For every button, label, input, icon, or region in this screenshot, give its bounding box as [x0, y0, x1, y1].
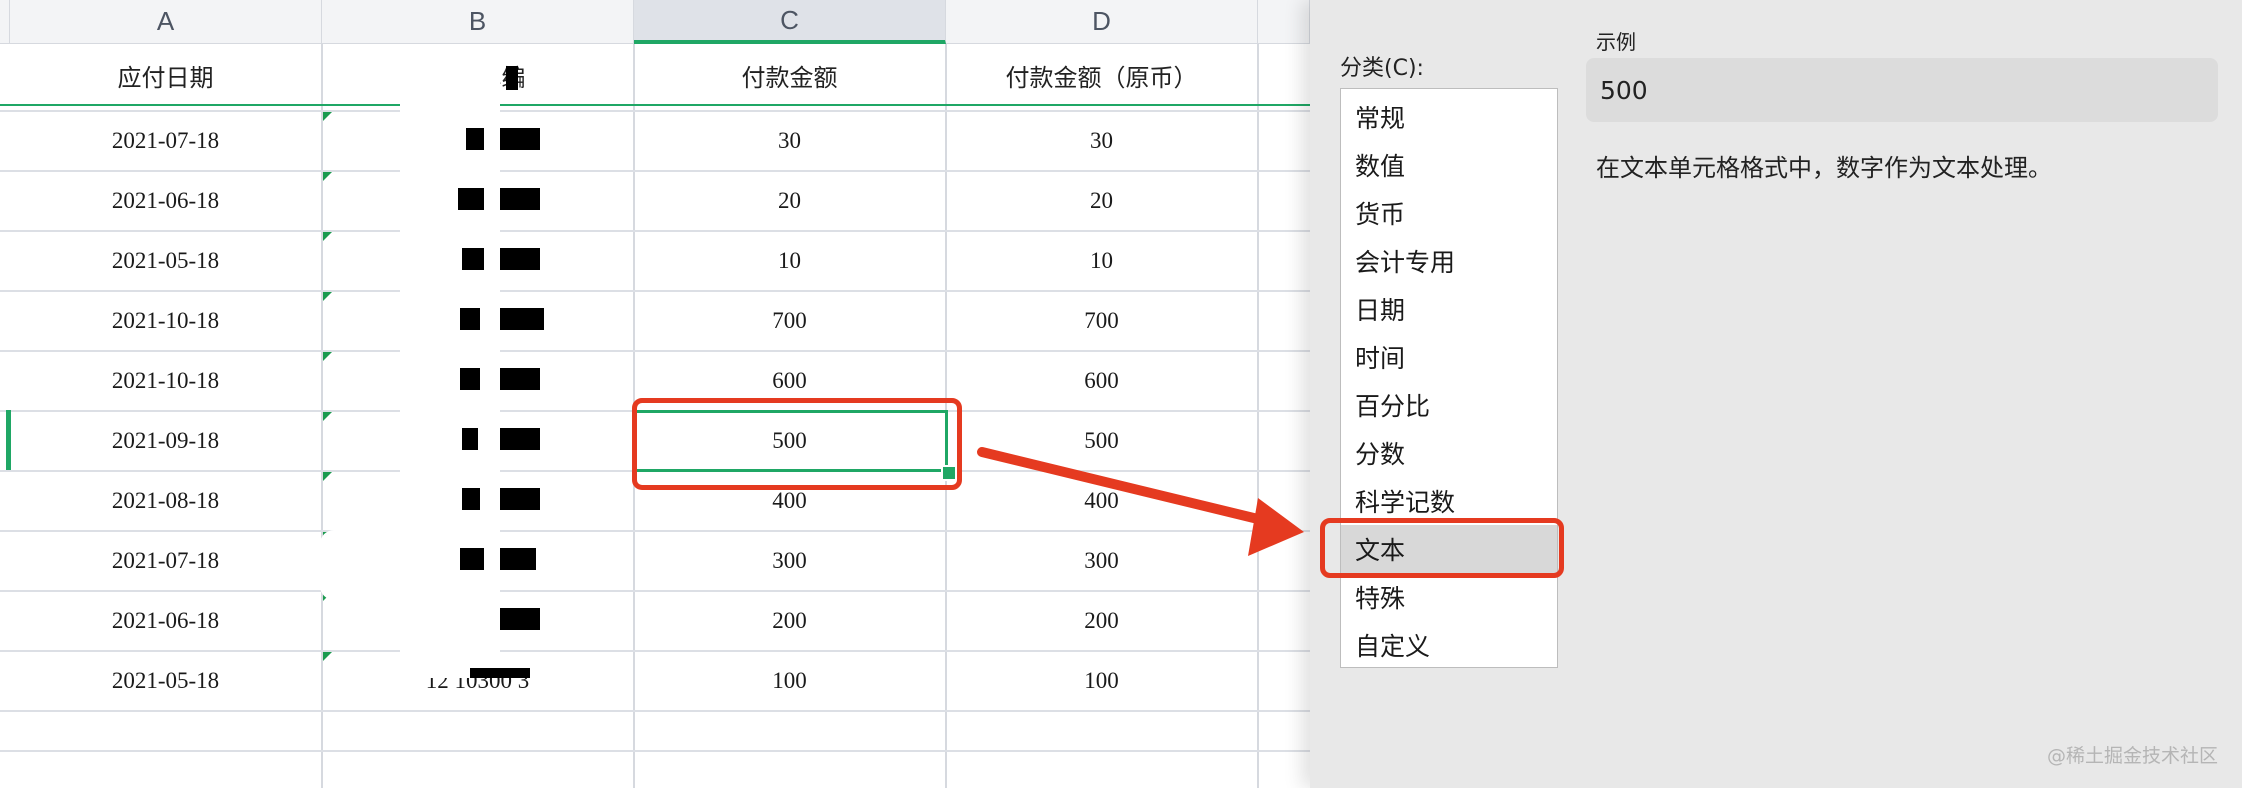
- annotation-arrow: [977, 447, 1304, 556]
